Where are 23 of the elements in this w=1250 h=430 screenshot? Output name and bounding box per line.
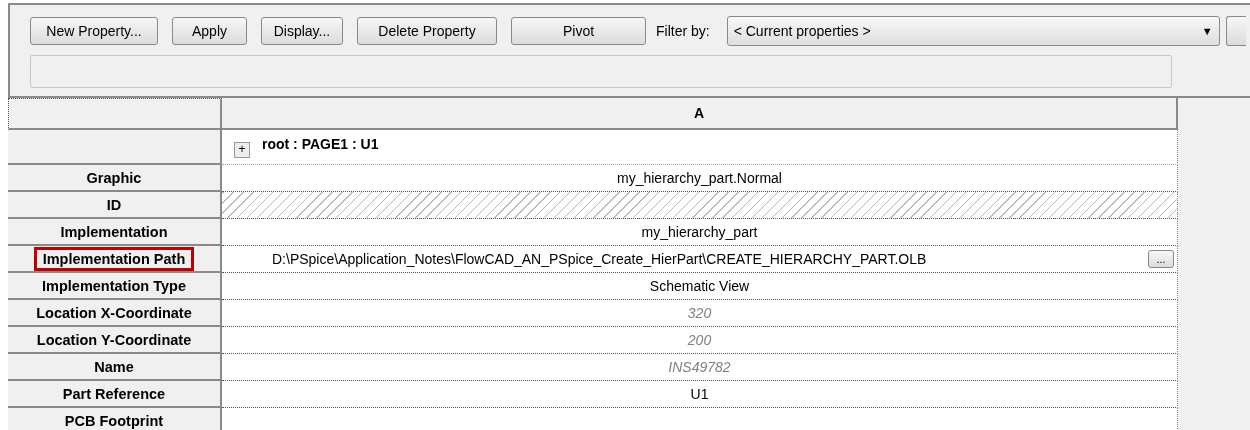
column-header[interactable]: A [222,98,1178,130]
property-name[interactable]: ID [97,192,131,217]
toolbar-button[interactable] [1225,16,1246,46]
property-name[interactable]: Implementation Path [33,246,195,271]
property-value[interactable]: 200 [687,332,712,348]
expand-button[interactable]: + [234,142,250,158]
root-title: root : PAGE1 : U1 [262,136,379,152]
property-value[interactable]: my_hierarchy_part.Normal [617,170,782,186]
toolbar-button[interactable]: Display... [261,17,343,45]
property-value[interactable]: INS49782 [668,359,731,375]
filter-dropdown[interactable]: < Current properties > ▼ [726,16,1220,46]
property-value[interactable]: 320 [687,305,712,321]
input-field[interactable] [30,55,1172,88]
property-value[interactable]: Schematic View [649,278,750,294]
toolbar-button[interactable]: Apply [172,17,247,45]
property-value[interactable]: my_hierarchy_part [641,224,758,240]
filter-label: Filter by: [656,23,710,39]
toolbar-button[interactable]: Pivot [511,17,646,45]
property-value[interactable]: U1 [690,386,709,402]
property-value[interactable]: D:\PSpice\Application_Notes\FlowCAD_AN_PSpice_Create_HierPart\CREATE_HIERARCHY_PART.OLB [272,251,927,267]
toolbar-button[interactable]: Delete Property [357,17,497,45]
browse-button[interactable]: ... [1148,250,1174,268]
toolbar-button[interactable]: New Property... [30,17,158,45]
